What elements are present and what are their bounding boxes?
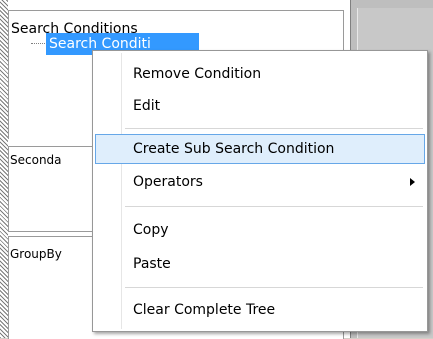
- menu-separator: [125, 287, 423, 288]
- menu-item-clear-complete-tree[interactable]: Clear Complete Tree: [95, 295, 425, 325]
- menu-separator: [125, 128, 423, 129]
- tree-connector: [31, 43, 45, 44]
- menu-item-label: Edit: [133, 98, 161, 114]
- menu-item-label: Operators: [133, 174, 203, 190]
- menu-item-create-sub-search-condition[interactable]: Create Sub Search Condition: [95, 134, 425, 164]
- menu-separator: [125, 206, 423, 207]
- secondary-label: Seconda: [10, 153, 62, 167]
- menu-item-remove-condition[interactable]: Remove Condition: [95, 59, 425, 89]
- menu-item-paste[interactable]: Paste: [95, 249, 425, 279]
- menu-item-label: Paste: [133, 256, 171, 272]
- menu-item-label: Clear Complete Tree: [133, 302, 276, 318]
- menu-item-copy[interactable]: Copy: [95, 215, 425, 245]
- menu-item-label: Remove Condition: [133, 66, 262, 82]
- submenu-arrow-icon: [410, 178, 415, 186]
- groupby-label: GroupBy: [10, 247, 62, 261]
- menu-item-operators[interactable]: Operators: [95, 167, 425, 197]
- menu-item-edit[interactable]: Edit: [95, 91, 425, 121]
- menu-item-label: Copy: [133, 222, 169, 238]
- menu-item-label: Create Sub Search Condition: [133, 141, 335, 157]
- context-menu: Remove Condition Edit Create Sub Search …: [92, 50, 428, 332]
